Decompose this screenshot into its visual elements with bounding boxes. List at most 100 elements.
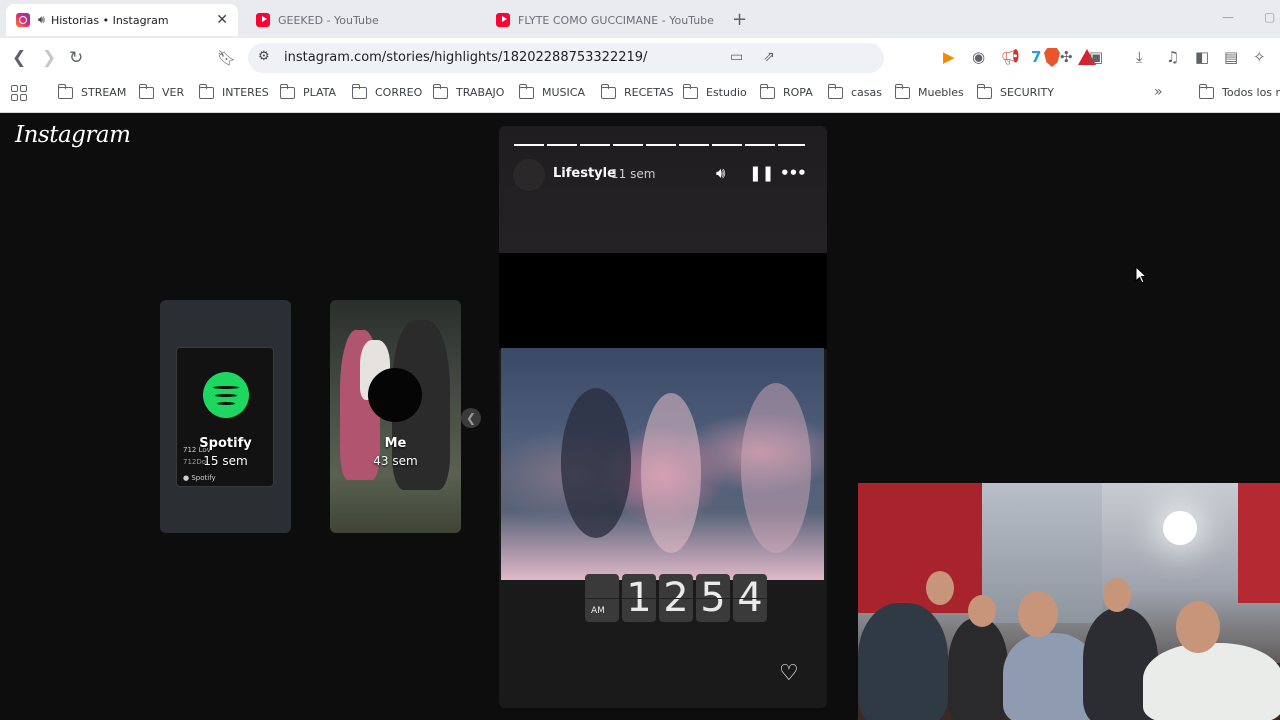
bookmark-folder-correo[interactable]: CORREO — [351, 83, 422, 99]
photo-figure — [641, 393, 701, 553]
forward-button[interactable]: ❯ — [42, 48, 56, 68]
pause-icon[interactable]: ❚❚ — [749, 164, 774, 182]
reload-button[interactable]: ↻ — [69, 48, 83, 68]
story-viewer[interactable]: Lifestyle 11 sem 🔊︎ ❚❚ ••• AM 1 2 5 4 ♡ — [499, 126, 827, 708]
story-title[interactable]: Lifestyle — [553, 166, 616, 181]
bookmark-folder-estudio[interactable]: Estudio — [682, 83, 747, 99]
bookmark-folder-trabajo[interactable]: TRABAJO — [432, 83, 504, 99]
bookmark-folder-plata[interactable]: PLATA — [279, 83, 336, 99]
bookmark-folder-ver[interactable]: VER — [138, 83, 184, 99]
brave-shields-icon[interactable] — [1044, 48, 1060, 67]
highlight-card-spotify[interactable]: 712 Lov 712Do ● Spotify Spotify 15 sem — [160, 300, 291, 533]
bookmark-folder-muebles[interactable]: Muebles — [894, 83, 964, 99]
folder-icon — [57, 83, 73, 99]
extensions-puzzle-icon[interactable]: ✣ — [1060, 48, 1073, 66]
highlight-avatar — [368, 368, 422, 422]
back-button[interactable]: ❮ — [12, 48, 26, 68]
story-progress-bar — [514, 144, 805, 146]
tab-label: FLYTE COMO GUCCIMANE - YouTube — [518, 13, 714, 27]
progress-segment — [547, 144, 577, 146]
download-icon[interactable]: ⤓ — [1136, 48, 1143, 66]
webcam-person-head — [968, 595, 996, 627]
folder-icon — [894, 83, 910, 99]
translate-extension-icon[interactable]: 7 — [1031, 48, 1041, 66]
bookmark-folder-casas[interactable]: casas — [827, 83, 882, 99]
speaker-icon[interactable]: 🔊︎ — [38, 13, 45, 27]
tab-label: Historias • Instagram — [50, 13, 169, 27]
folder-icon — [759, 83, 775, 99]
spotify-icon — [203, 372, 249, 418]
cast-icon[interactable]: ▭ — [730, 49, 743, 65]
progress-segment — [679, 144, 709, 146]
folder-icon — [827, 83, 843, 99]
tab-instagram-stories[interactable]: 🔊︎ Historias • Instagram ✕ — [6, 4, 238, 36]
bookmark-icon[interactable]: 🔖︎ — [217, 48, 236, 68]
instagram-stories-page: Instagram 712 Lov 712Do ● Spotify Spotif… — [0, 113, 1280, 720]
progress-segment — [745, 144, 775, 146]
apps-grid-icon[interactable] — [11, 85, 27, 101]
folder-icon — [138, 83, 154, 99]
megaphone-extension-icon[interactable]: 📢︎ — [1001, 48, 1020, 66]
bookmark-folder-recetas[interactable]: RECETAS — [600, 83, 674, 99]
sidebar-icon[interactable]: ◧ — [1195, 48, 1209, 66]
clock-digit: 5 — [696, 574, 730, 622]
webcam-person — [858, 603, 948, 720]
story-photo — [501, 348, 824, 580]
music-icon[interactable]: ♫ — [1166, 48, 1179, 66]
previous-story-button[interactable]: ❮ — [461, 408, 481, 428]
tab-youtube-flyte[interactable]: FLYTE COMO GUCCIMANE - YouTube — [486, 4, 724, 36]
youtube-icon — [256, 13, 270, 27]
site-settings-icon[interactable]: ⚙︎ — [258, 49, 270, 64]
like-heart-icon[interactable]: ♡ — [779, 661, 799, 686]
bookmarks-overflow-chevron-icon[interactable]: » — [1154, 84, 1163, 100]
minimize-icon[interactable]: — — [1222, 10, 1234, 24]
bookmark-folder-musica[interactable]: MUSICA — [518, 83, 585, 99]
folder-icon — [976, 83, 992, 99]
webcam-person-head — [1018, 591, 1058, 637]
progress-segment — [514, 144, 544, 146]
tab-strip: 🔊︎ Historias • Instagram ✕ GEEKED - YouT… — [0, 0, 1280, 38]
folder-icon — [600, 83, 616, 99]
highlight-card-me[interactable]: Me 43 sem — [330, 300, 461, 533]
bookmark-folder-interes[interactable]: INTERES — [198, 83, 269, 99]
progress-segment — [613, 144, 643, 146]
wallet-icon[interactable]: ▤ — [1224, 48, 1238, 66]
highlight-age: 15 sem — [203, 454, 248, 468]
address-bar[interactable]: ⚙︎ instagram.com/stories/highlights/1820… — [248, 43, 1096, 73]
progress-segment — [712, 144, 742, 146]
photo-figure — [561, 388, 631, 538]
webcam-person-head — [1103, 578, 1131, 612]
play-extension-icon[interactable]: ▶ — [943, 48, 955, 66]
volume-icon[interactable]: 🔊︎ — [716, 164, 725, 182]
youtube-icon — [496, 13, 510, 27]
story-age: 11 sem — [611, 167, 656, 181]
folder-icon — [351, 83, 367, 99]
highlight-name: Spotify — [199, 436, 252, 451]
url-text[interactable]: instagram.com/stories/highlights/1820228… — [284, 50, 647, 65]
maximize-icon[interactable]: ▢ — [1264, 10, 1275, 24]
folder-icon — [518, 83, 534, 99]
new-tab-button[interactable]: + — [732, 9, 747, 30]
tab-youtube-geeked[interactable]: GEEKED - YouTube — [246, 4, 476, 36]
instagram-icon — [16, 13, 30, 27]
close-tab-icon[interactable]: ✕ — [216, 12, 228, 28]
tab-label: GEEKED - YouTube — [278, 13, 379, 27]
bookmark-folder-all[interactable]: Todos los m — [1198, 83, 1280, 99]
bookmark-folder-stream[interactable]: STREAM — [57, 83, 126, 99]
bookmark-folder-security[interactable]: SECURITY — [976, 83, 1054, 99]
more-options-icon[interactable]: ••• — [780, 164, 807, 182]
bookmark-folder-ropa[interactable]: ROPA — [759, 83, 813, 99]
folder-icon — [1198, 83, 1214, 99]
webcam-light — [1163, 511, 1197, 545]
reader-icon[interactable]: ▣ — [1089, 48, 1103, 66]
ai-assistant-icon[interactable]: ✧ — [1253, 48, 1266, 66]
instagram-logo[interactable]: Instagram — [15, 122, 131, 148]
extension-icon[interactable]: ◉ — [972, 48, 985, 66]
share-icon[interactable]: ⇗ — [763, 49, 775, 65]
navigation-bar: ❮ ❯ ↻ 🔖︎ ⚙︎ instagram.com/stories/highli… — [0, 38, 1280, 78]
webcam-person-head — [1176, 601, 1220, 653]
webcam-person — [1143, 643, 1280, 720]
clock-digit: 2 — [659, 574, 693, 622]
story-avatar[interactable] — [513, 159, 545, 191]
progress-segment — [580, 144, 610, 146]
